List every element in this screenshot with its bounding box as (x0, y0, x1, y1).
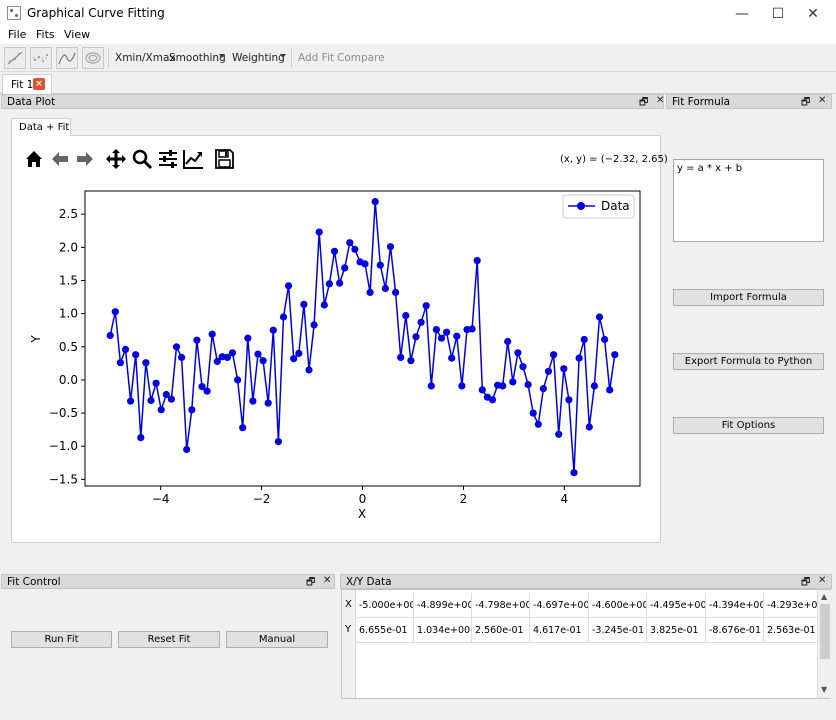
table-cell[interactable]: -4.899e+00 (414, 593, 472, 618)
scatter-fit-icon[interactable] (30, 47, 52, 69)
table-cell[interactable]: 1.034e+00 (414, 618, 472, 643)
toolbar: Xmin/Xmax Smoothing Weighting Add Fit Co… (0, 44, 836, 72)
xy-data-dock-header: X/Y Data 🗗 ✕ (340, 574, 832, 589)
table-cell[interactable]: -3.245e-01 (589, 618, 647, 643)
row-header-y: Y (345, 624, 352, 635)
fit-tab-bar (0, 72, 836, 94)
toolbar-separator (108, 48, 109, 68)
fit-options-button[interactable]: Fit Options (673, 417, 824, 434)
row-header-x: X (345, 599, 352, 610)
fit-formula-dock-header: Fit Formula 🗗 ✕ (666, 94, 832, 109)
table-row-header: X Y (342, 590, 356, 698)
tab-data-fit[interactable]: Data + Fit (11, 118, 71, 136)
scroll-thumb[interactable] (820, 604, 830, 659)
table-cell[interactable]: 4.617e-01 (530, 618, 589, 643)
table-cell[interactable]: 3.825e-01 (647, 618, 706, 643)
tab-label: Data + Fit (19, 122, 70, 133)
table-cell[interactable]: -4.798e+00 (472, 593, 530, 618)
table-cell[interactable]: -5.000e+00 (356, 593, 414, 618)
tab-fit-1[interactable]: Fit 1 × (2, 74, 52, 95)
scroll-up-icon[interactable]: ▲ (821, 592, 827, 601)
table-cell[interactable]: -4.495e+00 (647, 593, 706, 618)
smoothing-dropdown-icon[interactable] (219, 54, 225, 58)
xy-data-table[interactable]: X Y -5.000e+00 -4.899e+00 -4.798e+00 -4.… (341, 589, 831, 699)
compare-button[interactable]: Compare (337, 52, 385, 64)
edit-axis-icon[interactable] (182, 148, 204, 170)
table-cell[interactable]: -4.293e+00 (764, 593, 818, 618)
import-formula-button[interactable]: Import Formula (673, 289, 824, 306)
table-cell[interactable]: -4.394e+00 (706, 593, 764, 618)
table-vertical-scrollbar[interactable]: ▲ ▼ (817, 590, 831, 698)
float-dock-icon[interactable]: 🗗 (801, 95, 810, 112)
plot-canvas-pane (11, 135, 661, 543)
table-cell[interactable]: 2.563e-01 (764, 618, 818, 643)
linear-fit-icon[interactable] (4, 47, 26, 69)
forward-arrow-icon[interactable] (74, 148, 96, 170)
manual-button[interactable]: Manual (226, 631, 328, 648)
ellipse-fit-icon[interactable] (82, 47, 104, 69)
table-cell[interactable]: -4.600e+00 (589, 593, 647, 618)
close-dock-icon[interactable]: ✕ (323, 575, 331, 586)
close-dock-icon[interactable]: ✕ (818, 575, 826, 586)
close-dock-icon[interactable]: ✕ (818, 95, 826, 106)
dock-title: Fit Control (7, 576, 61, 588)
smoothing-button[interactable]: Smoothing (169, 52, 226, 64)
run-fit-button[interactable]: Run Fit (11, 631, 112, 648)
table-cell[interactable]: 2.560e-01 (472, 618, 530, 643)
table-cell[interactable]: -8.676e-01 (706, 618, 764, 643)
menu-bar: File Fits View (0, 28, 836, 44)
export-formula-button[interactable]: Export Formula to Python (673, 353, 824, 370)
toolbar-separator (291, 48, 292, 68)
back-arrow-icon[interactable] (49, 148, 71, 170)
data-plot-dock-header: Data Plot 🗗 ✕ (1, 94, 664, 109)
close-tab-icon[interactable]: × (33, 78, 45, 90)
title-bar: Graphical Curve Fitting — ☐ ✕ (0, 0, 836, 28)
dock-title: Fit Formula (672, 96, 731, 108)
table-cell[interactable]: -4.697e+00 (530, 593, 589, 618)
weighting-button[interactable]: Weighting (232, 52, 285, 64)
window-title: Graphical Curve Fitting (27, 6, 165, 20)
pan-icon[interactable] (105, 148, 127, 170)
dock-title: Data Plot (7, 96, 56, 108)
reset-fit-button[interactable]: Reset Fit (118, 631, 220, 648)
zoom-icon[interactable] (131, 148, 153, 170)
curve-fit-icon[interactable] (56, 47, 78, 69)
formula-text: y = a * x + b (677, 163, 743, 174)
status-bar (0, 700, 836, 720)
save-icon[interactable] (213, 148, 235, 170)
menu-fits[interactable]: Fits (36, 28, 55, 41)
home-icon[interactable] (23, 148, 45, 170)
fit-control-dock-header: Fit Control 🗗 ✕ (1, 574, 335, 589)
close-window-button[interactable]: ✕ (790, 0, 836, 28)
menu-file[interactable]: File (8, 28, 26, 41)
table-cell[interactable]: 6.655e-01 (356, 618, 414, 643)
formula-input[interactable]: y = a * x + b (673, 159, 824, 242)
app-icon (7, 6, 21, 20)
weighting-dropdown-icon[interactable] (280, 54, 286, 58)
tab-label: Fit 1 (11, 79, 34, 91)
scroll-down-icon[interactable]: ▼ (821, 685, 827, 694)
coordinate-readout: (x, y) = (−2.32, 2.65) (560, 154, 668, 165)
menu-view[interactable]: View (64, 28, 90, 41)
dock-title: X/Y Data (346, 576, 392, 588)
add-fit-button[interactable]: Add Fit (298, 52, 334, 64)
configure-subplots-icon[interactable] (157, 148, 179, 170)
close-dock-icon[interactable]: ✕ (656, 95, 664, 106)
xmin-xmax-button[interactable]: Xmin/Xmax (115, 52, 176, 64)
